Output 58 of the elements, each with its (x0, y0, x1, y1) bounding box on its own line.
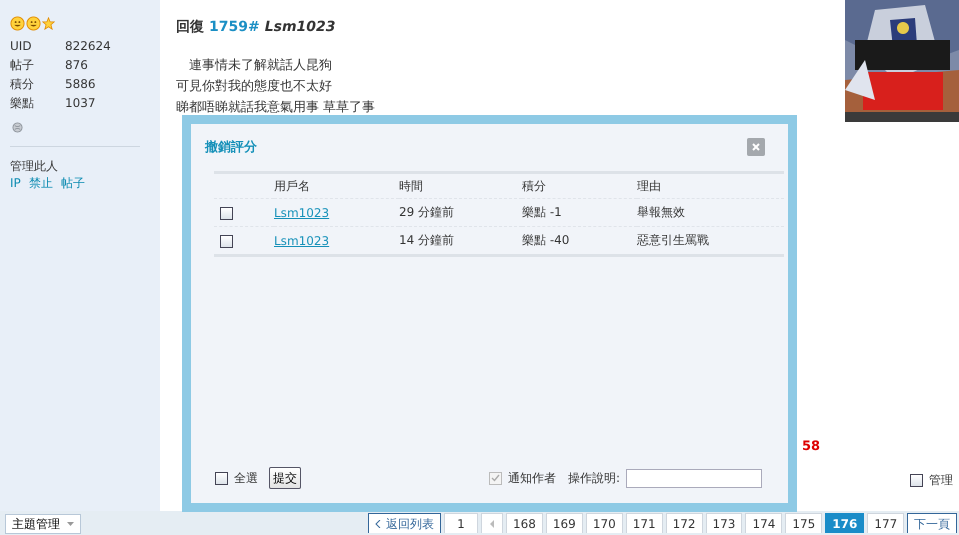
page-button[interactable]: 171 (626, 513, 663, 533)
next-page-button[interactable]: 下一頁 (907, 513, 958, 533)
score-cell: 樂點 -40 (522, 226, 637, 256)
score-cell: 樂點 -1 (522, 198, 637, 226)
column-header: 積分 (522, 172, 637, 198)
manage-title: 管理此人 (10, 158, 58, 175)
column-header: 理由 (637, 172, 784, 198)
time-cell: 29 分鐘前 (399, 198, 522, 226)
manage-label: 管理 (929, 472, 953, 489)
author-name: Lsm1023 (264, 19, 336, 35)
page-button[interactable]: 1 (444, 513, 478, 533)
note-label: 操作說明: (568, 470, 620, 486)
page-button[interactable]: 177 (867, 513, 904, 533)
stat-label: UID (10, 38, 33, 55)
stat-value: 876 (65, 57, 89, 74)
page-button[interactable]: 169 (546, 513, 583, 533)
back-to-list-button[interactable]: 返回列表 (368, 513, 441, 533)
smiley-icon (10, 16, 25, 31)
page-button[interactable]: 176 (825, 513, 864, 533)
manage-link[interactable]: 禁止 (28, 175, 53, 192)
reply-prefix: 回復 (176, 18, 204, 36)
page-button[interactable]: 170 (586, 513, 623, 533)
page-button[interactable]: 168 (506, 513, 543, 533)
time-cell: 14 分鐘前 (399, 226, 522, 256)
post-line: 可見你對我的態度也不太好 (176, 78, 333, 96)
post-line: 睇都唔睇就話我意氣用事 草草了事 (176, 99, 376, 117)
stat-value: 5886 (65, 76, 97, 93)
page-button[interactable]: 175 (785, 513, 822, 533)
stat-value: 1037 (65, 95, 97, 112)
left-arrow-icon (490, 520, 494, 528)
select-all-label: 全選 (234, 470, 258, 486)
smiley-icon (26, 16, 41, 31)
notify-label: 通知作者 (508, 470, 556, 486)
page-button[interactable]: 174 (745, 513, 782, 533)
post-line: 連事情未了解就話人昆狗 (188, 57, 333, 75)
caret-icon (67, 522, 74, 526)
thread-manage-button[interactable]: 主題管理 (5, 514, 81, 534)
close-icon (752, 143, 760, 151)
row-checkbox[interactable] (220, 234, 233, 248)
column-header: 時間 (399, 172, 522, 198)
reason-cell: 舉報無效 (637, 198, 784, 226)
manage-checkbox[interactable] (910, 474, 923, 487)
submit-button[interactable]: 提交 (269, 467, 301, 489)
note-input-field[interactable] (626, 468, 762, 488)
floor-link[interactable]: 1759# (209, 19, 260, 35)
dialog-title: 撤銷評分 (205, 139, 257, 156)
stat-value: 822624 (65, 38, 111, 55)
column-header: 用戶名 (274, 172, 399, 198)
select-all-checkbox[interactable] (215, 472, 228, 484)
page-button[interactable]: 172 (666, 513, 703, 533)
stat-label: 帖子 (10, 57, 35, 74)
row-checkbox[interactable] (220, 206, 233, 220)
stat-label: 樂點 (10, 95, 35, 112)
page-button[interactable]: 173 (706, 513, 742, 533)
stat-label: 積分 (10, 76, 35, 93)
star-icon (42, 17, 55, 30)
reason-cell: 惡意引生罵戰 (637, 226, 784, 256)
score-number: 58 (802, 439, 820, 454)
